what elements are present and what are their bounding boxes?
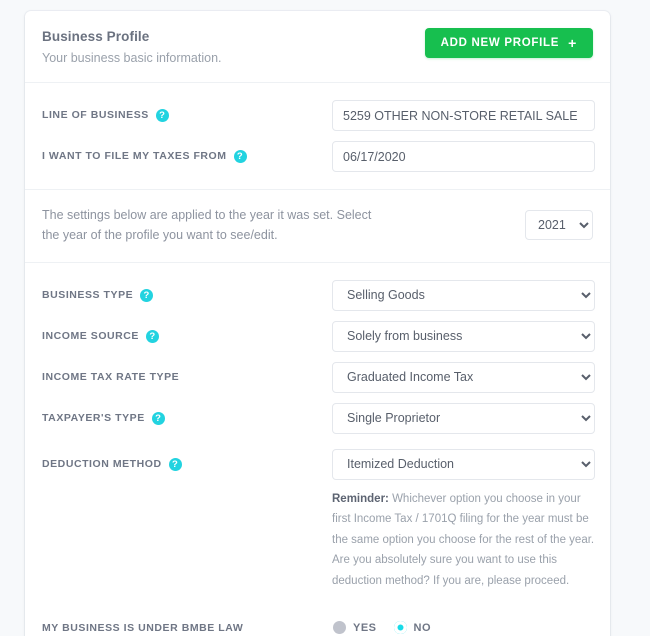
page-subtitle: Your business basic information. (42, 50, 222, 65)
file-taxes-from-date-input[interactable] (332, 141, 595, 173)
bmbe-label: MY BUSINESS IS UNDER BMBE LAW (42, 621, 244, 634)
deduction-method-control: Itemized Deduction Reminder: Whichever o… (332, 448, 595, 591)
deduction-method-reminder: Reminder: Whichever option you choose in… (332, 489, 595, 591)
line-of-business-label-group: LINE OF BUSINESS ? (42, 109, 332, 123)
bmbe-no-label: NO (413, 621, 432, 634)
reminder-body: Whichever option you choose in your firs… (332, 492, 595, 587)
card-header: Business Profile Your business basic inf… (25, 11, 610, 84)
taxpayers-type-row: TAXPAYER'S TYPE ? Single Proprietor (42, 398, 595, 439)
radio-checked-icon[interactable] (393, 621, 407, 635)
year-select[interactable]: 2021 (525, 210, 593, 241)
file-taxes-from-label: I WANT TO FILE MY TAXES FROM (42, 150, 227, 163)
radio-unchecked-icon[interactable] (333, 621, 346, 635)
bmbe-radio-group: YES NO (332, 621, 593, 635)
taxpayers-type-label: TAXPAYER'S TYPE (42, 411, 145, 424)
file-taxes-from-label-group: I WANT TO FILE MY TAXES FROM ? (42, 150, 332, 164)
income-source-label-group: INCOME SOURCE ? (42, 329, 332, 343)
page-title: Business Profile (42, 29, 150, 44)
business-type-label: BUSINESS TYPE (42, 288, 134, 301)
taxpayers-type-select[interactable]: Single Proprietor (332, 402, 595, 434)
add-new-profile-button[interactable]: ADD NEW PROFILE + (424, 28, 593, 58)
income-source-row: INCOME SOURCE ? Solely from business (42, 316, 595, 357)
file-taxes-from-row: I WANT TO FILE MY TAXES FROM ? (42, 136, 595, 177)
bmbe-control: YES NO (332, 621, 593, 635)
basic-info-section: LINE OF BUSINESS ? I WANT TO FILE MY TAX… (25, 83, 610, 191)
year-notice-text: The settings below are applied to the ye… (42, 208, 372, 243)
help-icon[interactable]: ? (151, 411, 165, 425)
income-tax-rate-type-select[interactable]: Graduated Income Tax (332, 361, 595, 393)
deduction-method-select[interactable]: Itemized Deduction (332, 448, 595, 480)
income-source-control: Solely from business (332, 320, 595, 352)
bmbe-section: MY BUSINESS IS UNDER BMBE LAW YES NO (25, 605, 610, 636)
taxpayers-type-control: Single Proprietor (332, 402, 595, 434)
income-tax-rate-type-label-group: INCOME TAX RATE TYPE (42, 371, 332, 384)
income-source-select[interactable]: Solely from business (332, 320, 595, 352)
deduction-method-label-group: DEDUCTION METHOD ? (42, 449, 332, 471)
bmbe-yes-label: YES (353, 621, 377, 634)
income-tax-rate-type-label: INCOME TAX RATE TYPE (42, 370, 180, 383)
help-icon[interactable]: ? (155, 109, 169, 123)
line-of-business-label: LINE OF BUSINESS (42, 109, 149, 122)
plus-icon: + (568, 35, 577, 51)
bmbe-radio-yes[interactable]: YES (333, 621, 377, 635)
business-type-label-group: BUSINESS TYPE ? (42, 288, 332, 302)
line-of-business-input[interactable] (332, 100, 595, 132)
help-icon[interactable]: ? (146, 329, 159, 343)
income-tax-rate-type-control: Graduated Income Tax (332, 361, 595, 393)
business-type-select[interactable]: Selling Goods (332, 279, 595, 311)
header-text-block: Business Profile Your business basic inf… (42, 28, 222, 66)
business-type-row: BUSINESS TYPE ? Selling Goods (42, 275, 595, 316)
add-new-profile-label: ADD NEW PROFILE (440, 37, 560, 49)
help-icon[interactable]: ? (140, 288, 154, 302)
bmbe-row: MY BUSINESS IS UNDER BMBE LAW YES NO (42, 615, 593, 636)
reminder-prefix: Reminder: (332, 492, 389, 505)
income-source-label: INCOME SOURCE (42, 329, 139, 342)
year-notice-section: The settings below are applied to the ye… (25, 190, 610, 263)
business-profile-card: Business Profile Your business basic inf… (25, 11, 610, 636)
settings-section: BUSINESS TYPE ? Selling Goods INCOME SOU… (25, 263, 610, 605)
business-type-control: Selling Goods (332, 279, 595, 311)
line-of-business-row: LINE OF BUSINESS ? (42, 95, 595, 136)
deduction-method-label: DEDUCTION METHOD (42, 457, 162, 470)
deduction-method-row: DEDUCTION METHOD ? Itemized Deduction Re… (42, 447, 595, 593)
bmbe-label-group: MY BUSINESS IS UNDER BMBE LAW (42, 622, 332, 635)
bmbe-radio-no[interactable]: NO (393, 621, 432, 635)
page-background: Business Profile Your business basic inf… (0, 0, 650, 636)
line-of-business-control (332, 100, 595, 132)
help-icon[interactable]: ? (168, 457, 182, 471)
help-icon[interactable]: ? (233, 150, 247, 164)
file-taxes-from-control (332, 141, 595, 173)
taxpayers-type-label-group: TAXPAYER'S TYPE ? (42, 411, 332, 425)
income-tax-rate-type-row: INCOME TAX RATE TYPE Graduated Income Ta… (42, 357, 595, 398)
